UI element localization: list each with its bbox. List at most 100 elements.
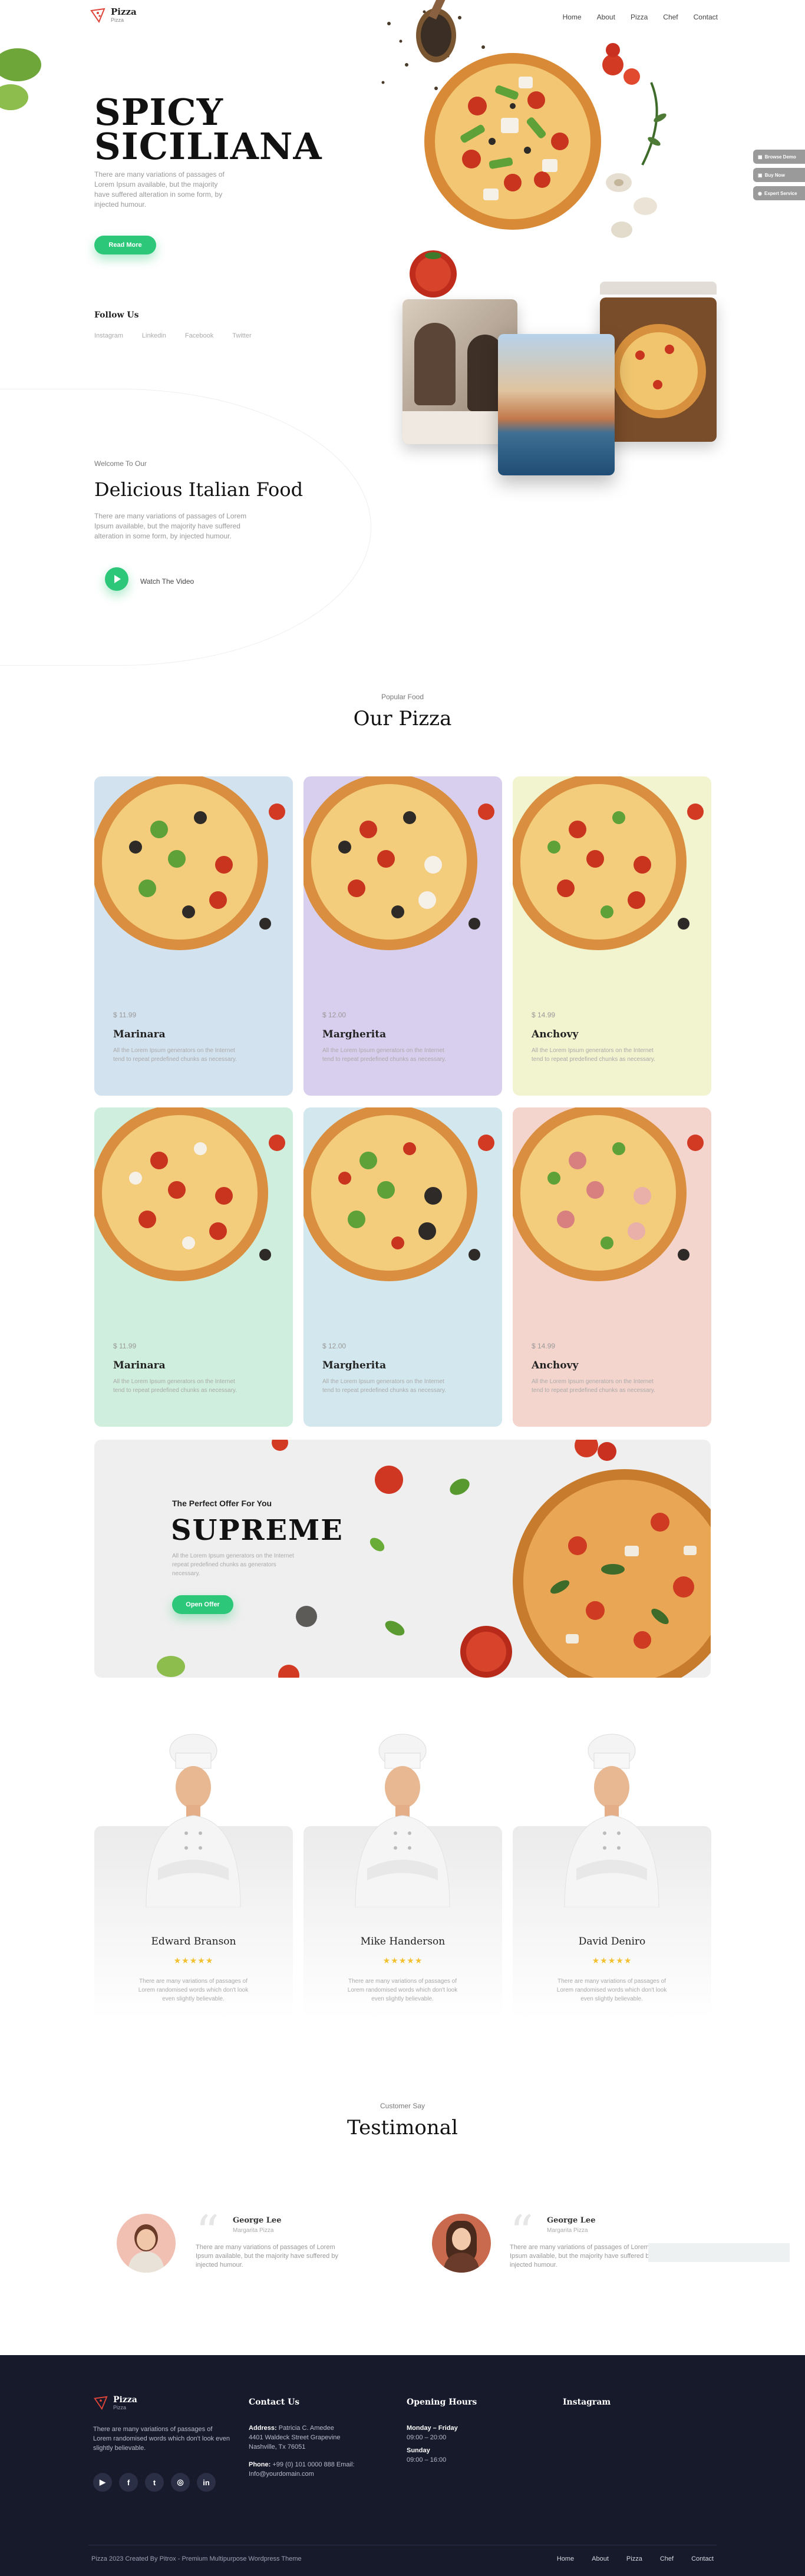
page: Pizza Pizza Home About Pizza Chef Contac… xyxy=(0,0,805,2576)
instagram-icon[interactable]: ◎ xyxy=(171,2473,190,2492)
instagram-heading: Instagram xyxy=(563,2398,611,2407)
pizza-description: All the Lorem Ipsum generators on the In… xyxy=(322,1378,446,1394)
nav-pizza[interactable]: Pizza xyxy=(631,13,648,21)
pizza-price: $ 12.00 xyxy=(322,1342,347,1350)
pizza-card[interactable]: $ 12.00 Margherita All the Lorem Ipsum g… xyxy=(303,776,502,1096)
browse-demo-tab[interactable]: ▦ Browse Demo xyxy=(753,150,805,164)
linkedin-icon[interactable]: in xyxy=(197,2473,216,2492)
chef-name: Edward Branson xyxy=(151,1936,236,1947)
chef-photo xyxy=(553,1733,671,1908)
nav-about[interactable]: About xyxy=(597,13,615,21)
facebook-icon[interactable]: f xyxy=(119,2473,138,2492)
instagram-link[interactable]: Instagram xyxy=(94,332,123,339)
testimonial-text: There are many variations of passages of… xyxy=(510,2244,652,2269)
welcome-kicker: Welcome To Our xyxy=(94,459,147,468)
sauce-bowl-image xyxy=(410,250,457,297)
pizza-name[interactable]: Margherita xyxy=(322,1360,386,1371)
pizza-name[interactable]: Marinara xyxy=(113,1029,166,1040)
pizza-card[interactable]: $ 11.99 Marinara All the Lorem Ipsum gen… xyxy=(94,776,293,1096)
footer-logo-sub: Pizza xyxy=(113,2405,127,2410)
pizza-price: $ 11.99 xyxy=(113,1011,137,1019)
contact-heading: Contact Us xyxy=(249,2398,300,2407)
copyright: Pizza 2023 Created By Pitrox - Premium M… xyxy=(91,2555,302,2562)
twitter-link[interactable]: Twitter xyxy=(232,332,251,339)
pizza-card[interactable]: $ 14.99 Anchovy All the Lorem Ipsum gene… xyxy=(513,776,711,1096)
pizza-logo-icon xyxy=(90,8,105,24)
chef-description: There are many variations of passages of… xyxy=(347,1978,458,2002)
footer-logo-name: Pizza xyxy=(113,2395,137,2405)
pizza-price: $ 14.99 xyxy=(532,1011,556,1019)
read-more-button[interactable]: Read More xyxy=(94,236,156,254)
buy-now-tab[interactable]: ▣ Buy Now xyxy=(753,168,805,182)
logo-name: Pizza xyxy=(111,6,137,17)
footer-nav-chef[interactable]: Chef xyxy=(660,2555,674,2562)
chef-name: David Deniro xyxy=(578,1936,646,1947)
footer-nav-about[interactable]: About xyxy=(592,2555,609,2562)
youtube-icon[interactable]: ▶ xyxy=(93,2473,112,2492)
pizza-name[interactable]: Anchovy xyxy=(532,1360,578,1371)
welcome-title: Delicious Italian Food xyxy=(94,478,303,501)
pizza-card[interactable]: $ 14.99 Anchovy All the Lorem Ipsum gene… xyxy=(513,1107,711,1427)
footer-nav: Home About Pizza Chef Contact xyxy=(557,2555,714,2562)
footer-phone: Phone: +99 (0) 101 0000 888 Email: Info@… xyxy=(249,2461,355,2478)
hours-heading: Opening Hours xyxy=(407,2398,477,2407)
pizza-description: All the Lorem Ipsum generators on the In… xyxy=(532,1047,655,1063)
footer-nav-pizza[interactable]: Pizza xyxy=(626,2555,642,2562)
pizza-description: All the Lorem Ipsum generators on the In… xyxy=(113,1378,237,1394)
avatar xyxy=(117,2214,176,2273)
pizza-description: All the Lorem Ipsum generators on the In… xyxy=(532,1378,655,1394)
watch-video-link[interactable]: Watch The Video xyxy=(140,577,194,586)
play-button[interactable] xyxy=(105,567,128,591)
pizza-card[interactable]: $ 12.00 Margherita All the Lorem Ipsum g… xyxy=(303,1107,502,1427)
side-tabs: ▦ Browse Demo ▣ Buy Now ◉ Expert Service xyxy=(753,150,805,200)
chef-description: There are many variations of passages of… xyxy=(556,1978,667,2002)
footer-logo[interactable]: Pizza Pizza xyxy=(93,2395,137,2410)
footer-address: Address: Patricia C. Amedee 4401 Waldeck… xyxy=(249,2425,341,2451)
linkedin-link[interactable]: Linkedin xyxy=(142,332,166,339)
offer-title: SUPREME xyxy=(171,1514,344,1547)
grid-icon: ▦ xyxy=(758,154,763,160)
offer-pre-title: The Perfect Offer For You xyxy=(172,1499,272,1508)
expert-service-tab[interactable]: ◉ Expert Service xyxy=(753,186,805,200)
hero-description: There are many variations of passages of… xyxy=(94,170,225,209)
pizza-image xyxy=(303,1107,494,1281)
nav-home[interactable]: Home xyxy=(563,13,582,21)
pizza-price: $ 12.00 xyxy=(322,1011,347,1019)
footer-nav-contact[interactable]: Contact xyxy=(691,2555,714,2562)
testimonial-overlay xyxy=(648,2243,790,2262)
offer-description: All the Lorem Ipsum generators on the In… xyxy=(172,1553,294,1577)
facebook-link[interactable]: Facebook xyxy=(185,332,213,339)
hours-time-sunday: 09:00 – 16:00 xyxy=(407,2456,447,2463)
footer-about: There are many variations of passages of… xyxy=(93,2426,230,2452)
logo[interactable]: Pizza Pizza xyxy=(90,7,137,24)
logo-sub: Pizza xyxy=(111,16,124,23)
nav-chef[interactable]: Chef xyxy=(663,13,678,21)
pizza-price: $ 14.99 xyxy=(532,1342,556,1350)
footer: Pizza Pizza There are many variations of… xyxy=(0,2355,805,2576)
welcome-description: There are many variations of passages of… xyxy=(94,512,247,540)
footer-nav-home[interactable]: Home xyxy=(557,2555,574,2562)
pizza-image xyxy=(303,776,494,950)
rating-stars-icon: ★★★★★ xyxy=(382,1956,423,1965)
twitter-icon[interactable]: t xyxy=(145,2473,164,2492)
pizza-name[interactable]: Marinara xyxy=(113,1360,166,1371)
pizza-image xyxy=(513,776,704,950)
open-offer-button[interactable]: Open Offer xyxy=(172,1595,233,1614)
testimonial-kicker: Customer Say xyxy=(380,2102,425,2110)
basil-leaf-image xyxy=(0,48,41,110)
pizza-image xyxy=(94,1107,285,1281)
pizza-card[interactable]: $ 11.99 Marinara All the Lorem Ipsum gen… xyxy=(94,1107,293,1427)
pizza-logo-icon xyxy=(94,2396,108,2410)
testimonial-text: There are many variations of passages of… xyxy=(196,2244,338,2269)
pizza-section-title: Our Pizza xyxy=(353,707,452,730)
pizza-kicker: Popular Food xyxy=(381,693,424,701)
hero-pizza-image xyxy=(424,53,601,230)
chef-photo xyxy=(344,1733,461,1908)
pizza-name[interactable]: Anchovy xyxy=(532,1029,578,1040)
pizza-photo xyxy=(600,297,717,442)
pizza-name[interactable]: Margherita xyxy=(322,1029,386,1040)
pizza-image xyxy=(94,776,285,950)
testimonial-name: George Lee xyxy=(233,2216,282,2225)
nav-contact[interactable]: Contact xyxy=(694,13,718,21)
social-links: Instagram Linkedin Facebook Twitter xyxy=(94,332,252,339)
